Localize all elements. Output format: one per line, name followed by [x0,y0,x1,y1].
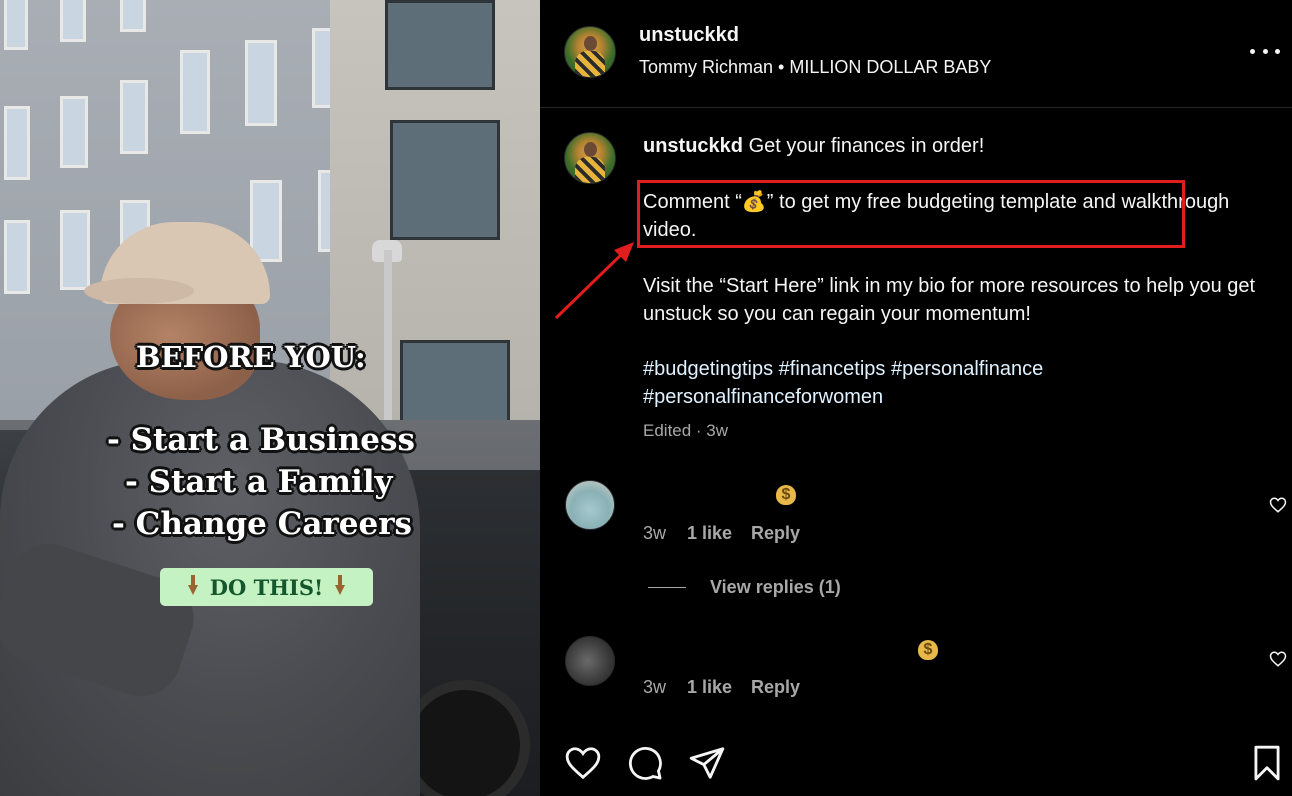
comment-likes[interactable]: 1 like [687,523,732,544]
money-bag-icon: $ [776,485,796,505]
more-horizontal-icon[interactable] [1250,38,1280,64]
cta-label: DO THIS! [209,574,324,600]
caption-hashtags[interactable]: #budgetingtips #financetips #personalfin… [643,355,1283,411]
divider [540,107,1292,108]
avatar[interactable] [565,480,615,530]
share-icon[interactable] [688,744,726,782]
overlay-line: - Change Careers [112,506,413,542]
view-replies-button[interactable]: View replies (1) [710,577,841,598]
annotation-arrow-icon [554,242,634,320]
caption-meta: Edited · 3w [643,421,729,440]
instagram-post-view: BEFORE YOU: - Start a Business - Start a… [0,0,1292,796]
post-author-username[interactable]: unstuckkd [639,24,739,47]
overlay-line: - Start a Family [125,464,393,500]
overlay-line: - Start a Business [107,422,415,458]
cta-badge: DO THIS! [160,568,373,606]
bookmark-icon[interactable] [1248,744,1286,782]
audio-track-link[interactable]: Tommy Richman • MILLION DOLLAR BABY [639,57,991,78]
caption-username[interactable]: unstuckkd [643,135,743,157]
comment-time: 3w [643,677,667,697]
avatar[interactable] [564,26,616,78]
comment-likes[interactable]: 1 like [687,677,732,698]
video-player[interactable]: BEFORE YOU: - Start a Business - Start a… [0,0,540,796]
avatar[interactable] [564,132,616,184]
avatar[interactable] [565,636,615,686]
comment-time: 3w [643,523,667,543]
divider [648,587,686,588]
overlay-title: BEFORE YOU: [136,340,366,374]
money-bag-icon: $ [918,640,938,660]
heart-icon[interactable] [1269,650,1287,668]
heart-icon[interactable] [1269,496,1287,514]
comment-icon[interactable] [626,744,664,782]
caption-text: Get your finances in order! [743,135,985,157]
point-down-icon [331,574,349,601]
heart-icon[interactable] [564,744,602,782]
background-building-right [330,0,540,470]
highlight-box [637,180,1185,248]
caption-paragraph: Visit the “Start Here” link in my bio fo… [643,275,1256,325]
point-down-icon [184,574,202,601]
reply-button[interactable]: Reply [751,677,800,698]
post-side-panel: unstuckkd Tommy Richman • MILLION DOLLAR… [540,0,1292,796]
reply-button[interactable]: Reply [751,523,800,544]
caption-first-line: unstuckkd Get your finances in order! [643,135,984,158]
